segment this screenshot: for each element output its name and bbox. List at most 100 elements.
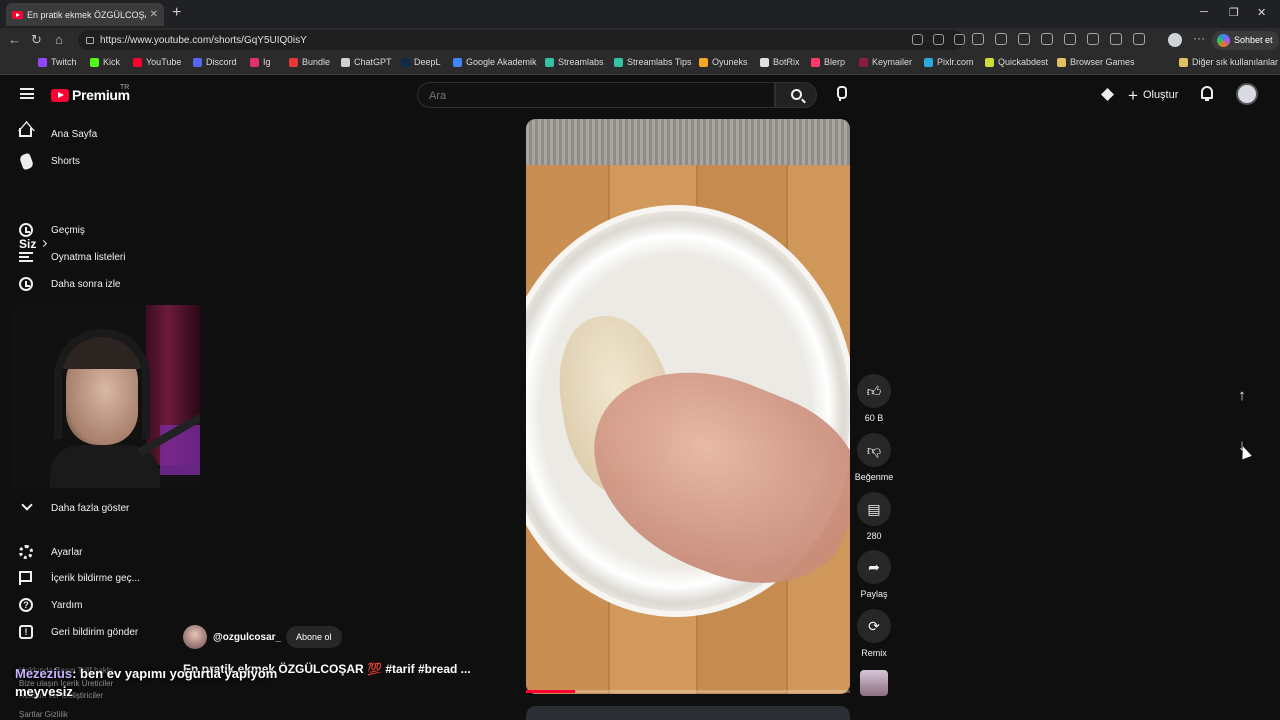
bookmark-favicon-icon bbox=[193, 57, 202, 67]
like-button[interactable]: 👍︎ bbox=[857, 374, 891, 408]
comment-icon: ▤ bbox=[867, 501, 881, 517]
bookmark-item[interactable]: Browser Games bbox=[1057, 57, 1135, 67]
sidebar-item-watch-later[interactable]: Daha sonra izle bbox=[0, 271, 156, 297]
share-icon[interactable] bbox=[1133, 33, 1145, 45]
sidebar-item-report-history[interactable]: İçerik bildirme geç... bbox=[0, 565, 156, 591]
browser-tab-bar: En pratik ekmek ÖZGÜLCOŞAR ✕ + ─ ❐ ✕ bbox=[0, 0, 1280, 28]
bookmark-item[interactable]: Diğer sık kullanılanlar bbox=[1179, 57, 1278, 67]
comment-count: 280 bbox=[866, 531, 882, 541]
next-short-preview[interactable] bbox=[526, 706, 850, 720]
share-action: ➦ Paylaş bbox=[856, 550, 892, 599]
bookmark-favicon-icon bbox=[90, 57, 99, 67]
bookmark-item[interactable]: Ig bbox=[250, 57, 271, 67]
bookmark-label: ChatGPT bbox=[354, 57, 392, 67]
profile-avatar[interactable] bbox=[1168, 33, 1182, 47]
extension-icon[interactable] bbox=[1018, 33, 1030, 45]
shorts-video-player[interactable] bbox=[526, 119, 850, 694]
account-avatar[interactable] bbox=[1236, 83, 1258, 105]
copilot-button[interactable]: Sohbet et bbox=[1212, 31, 1279, 50]
sidebar-item-settings[interactable]: Ayarlar bbox=[0, 539, 156, 565]
bookmark-item[interactable]: Kick bbox=[90, 57, 120, 67]
voice-search-icon[interactable] bbox=[835, 86, 847, 101]
sidebar-item-history[interactable]: Geçmiş bbox=[0, 217, 156, 243]
tab-close-icon[interactable]: ✕ bbox=[150, 9, 158, 20]
share-button[interactable]: ➦ bbox=[857, 550, 891, 584]
sidebar-item-home[interactable]: Ana Sayfa bbox=[0, 121, 156, 147]
bookmark-label: Streamlabs Tips bbox=[627, 57, 692, 67]
bookmark-item[interactable]: Quickabdest bbox=[985, 57, 1048, 67]
new-tab-icon[interactable]: + bbox=[172, 4, 181, 22]
extension-icon[interactable] bbox=[972, 33, 984, 45]
bookmark-item[interactable]: Keymailer bbox=[859, 57, 912, 67]
home-icon[interactable]: ⌂ bbox=[55, 32, 63, 47]
remix-icon: ⟳ bbox=[868, 618, 880, 634]
bookmark-item[interactable]: Discord bbox=[193, 57, 237, 67]
youtube-premium-logo[interactable]: Premium bbox=[51, 87, 130, 103]
sidebar-item-show-more[interactable]: Daha fazla göster bbox=[0, 495, 156, 521]
create-button[interactable]: + Oluştur bbox=[1128, 84, 1178, 106]
sidebar-item-label: Geçmiş bbox=[51, 224, 85, 236]
bookmark-label: Streamlabs bbox=[558, 57, 604, 67]
collections-icon[interactable] bbox=[1087, 33, 1099, 45]
dislike-button[interactable]: 👎︎ bbox=[857, 433, 891, 467]
stream-chat-overlay: Mezezius: ben ev yapımı yoğurtla yapıyom… bbox=[15, 665, 277, 701]
sidebar-item-playlists[interactable]: Oynatma listeleri bbox=[0, 244, 156, 270]
channel-avatar[interactable] bbox=[183, 625, 207, 649]
sidebar-item-label: Yardım bbox=[51, 599, 83, 611]
search-box[interactable] bbox=[417, 82, 775, 108]
sidebar-item-help[interactable]: ? Yardım bbox=[0, 592, 156, 618]
restore-icon[interactable]: ❐ bbox=[1229, 6, 1239, 19]
minimize-icon[interactable]: ─ bbox=[1200, 6, 1208, 18]
tracking-icon[interactable] bbox=[933, 34, 944, 45]
browser-tab[interactable]: En pratik ekmek ÖZGÜLCOŞAR ✕ bbox=[6, 3, 164, 26]
flag-icon bbox=[19, 571, 32, 585]
bookmark-item[interactable]: Pixlr.com bbox=[924, 57, 974, 67]
favorite-star-icon[interactable] bbox=[954, 34, 965, 45]
bookmark-item[interactable]: Streamlabs bbox=[545, 57, 604, 67]
notifications-bell-icon[interactable] bbox=[1201, 86, 1213, 101]
dislike-label: Beğenme bbox=[854, 472, 894, 482]
bookmark-item[interactable]: Bundle bbox=[289, 57, 330, 67]
split-screen-icon[interactable] bbox=[1041, 33, 1053, 45]
bookmark-item[interactable]: BotRix bbox=[760, 57, 800, 67]
remix-button[interactable]: ⟳ bbox=[857, 609, 891, 643]
back-icon[interactable]: ← bbox=[8, 32, 21, 47]
url-bar[interactable]: https://www.youtube.com/shorts/GqY5UIQ0i… bbox=[78, 30, 964, 50]
subscribe-button[interactable]: Abone ol bbox=[286, 626, 342, 648]
bookmark-item[interactable]: Streamlabs Tips bbox=[614, 57, 692, 67]
menu-icon[interactable] bbox=[20, 88, 34, 99]
close-window-icon[interactable]: ✕ bbox=[1257, 6, 1266, 19]
bookmark-item[interactable]: Twitch bbox=[38, 57, 77, 67]
more-menu-icon[interactable]: ··· bbox=[1193, 31, 1205, 45]
video-progress-bar[interactable] bbox=[526, 690, 850, 693]
search-button[interactable] bbox=[775, 82, 817, 108]
sound-source-thumbnail[interactable] bbox=[860, 670, 888, 696]
sparkle-icon[interactable] bbox=[1101, 88, 1114, 101]
bookmark-item[interactable]: DeepL bbox=[401, 57, 441, 67]
extension-icon[interactable] bbox=[995, 33, 1007, 45]
bookmark-favicon-icon bbox=[699, 57, 708, 67]
bookmark-favicon-icon bbox=[453, 57, 462, 67]
bookmark-item[interactable]: YouTube bbox=[133, 57, 181, 67]
shorts-icon bbox=[18, 152, 35, 170]
help-icon: ? bbox=[19, 598, 33, 612]
search-input[interactable] bbox=[429, 90, 759, 102]
refresh-icon[interactable]: ↻ bbox=[31, 32, 42, 48]
channel-name[interactable]: @ozgulcosar_ bbox=[213, 632, 281, 643]
app-available-icon[interactable] bbox=[912, 34, 923, 45]
sidebar-item-feedback[interactable]: ! Geri bildirim gönder bbox=[0, 619, 156, 645]
bookmark-item[interactable]: Oyuneks bbox=[699, 57, 748, 67]
previous-short-button[interactable]: ↑ bbox=[1226, 380, 1258, 412]
bookmark-favicon-icon bbox=[924, 57, 933, 67]
bookmark-item[interactable]: Google Akademik bbox=[453, 57, 537, 67]
sidebar-item-shorts[interactable]: Shorts bbox=[0, 148, 156, 174]
footer-links[interactable]: Şartlar Gizlilik bbox=[19, 710, 68, 719]
bookmark-favicon-icon bbox=[1057, 57, 1066, 67]
downloads-icon[interactable] bbox=[1110, 33, 1122, 45]
bookmark-item[interactable]: ChatGPT bbox=[341, 57, 392, 67]
feedback-icon: ! bbox=[19, 625, 33, 639]
bookmark-item[interactable]: Blerp bbox=[811, 57, 845, 67]
comments-button[interactable]: ▤ bbox=[857, 492, 891, 526]
gear-icon bbox=[19, 545, 33, 559]
favorites-icon[interactable] bbox=[1064, 33, 1076, 45]
